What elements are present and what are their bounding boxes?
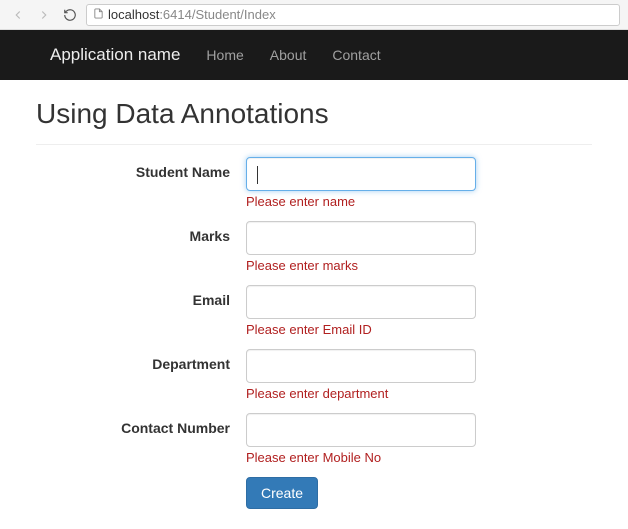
input-marks[interactable] [246, 221, 476, 255]
nav-link-home[interactable]: Home [206, 47, 243, 63]
form-row-marks: Marks Please enter marks [36, 221, 592, 273]
input-contact-number[interactable] [246, 413, 476, 447]
label-department: Department [36, 349, 246, 372]
create-button[interactable]: Create [246, 477, 318, 509]
label-email: Email [36, 285, 246, 308]
error-email: Please enter Email ID [246, 322, 476, 337]
input-student-name[interactable] [246, 157, 476, 191]
file-icon [93, 7, 104, 23]
url-text: localhost:6414/Student/Index [108, 7, 276, 22]
navbar: Application name Home About Contact [0, 30, 628, 80]
navbar-brand[interactable]: Application name [50, 45, 180, 65]
browser-toolbar: localhost:6414/Student/Index [0, 0, 628, 30]
label-student-name: Student Name [36, 157, 246, 180]
input-department[interactable] [246, 349, 476, 383]
nav-link-about[interactable]: About [270, 47, 307, 63]
divider [36, 144, 592, 145]
url-bar[interactable]: localhost:6414/Student/Index [86, 4, 620, 26]
reload-icon[interactable] [60, 5, 80, 25]
error-student-name: Please enter name [246, 194, 476, 209]
forward-icon[interactable] [34, 5, 54, 25]
error-contact-number: Please enter Mobile No [246, 450, 476, 465]
error-department: Please enter department [246, 386, 476, 401]
page-container: Using Data Annotations Student Name Plea… [0, 80, 628, 509]
label-contact-number: Contact Number [36, 413, 246, 436]
label-marks: Marks [36, 221, 246, 244]
input-email[interactable] [246, 285, 476, 319]
back-icon[interactable] [8, 5, 28, 25]
form-row-student-name: Student Name Please enter name [36, 157, 592, 209]
page-title: Using Data Annotations [36, 98, 592, 130]
submit-row: Create [246, 477, 592, 509]
form-row-contact-number: Contact Number Please enter Mobile No [36, 413, 592, 465]
form-row-department: Department Please enter department [36, 349, 592, 401]
form-row-email: Email Please enter Email ID [36, 285, 592, 337]
nav-link-contact[interactable]: Contact [332, 47, 380, 63]
error-marks: Please enter marks [246, 258, 476, 273]
